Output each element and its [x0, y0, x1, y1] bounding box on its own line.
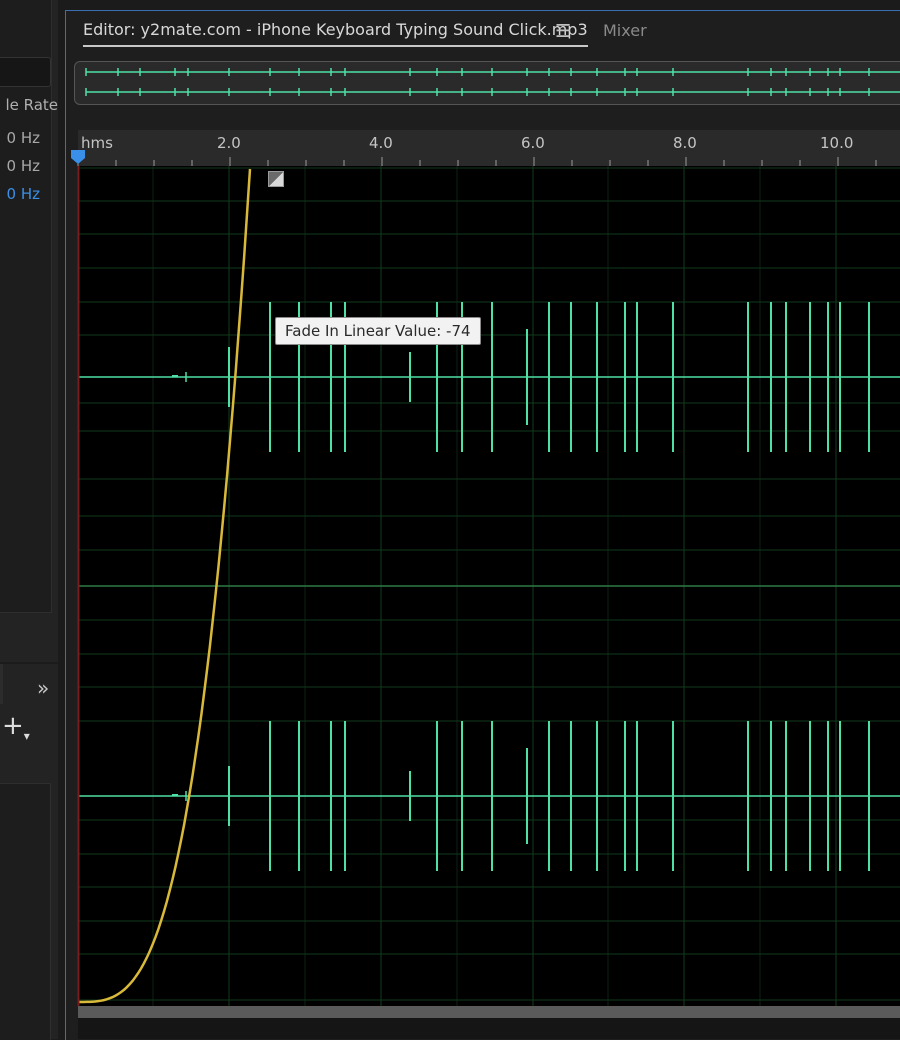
ruler-ticks: [77, 157, 877, 166]
fade-in-handle[interactable]: [268, 171, 284, 187]
waveform-graphics: [77, 68, 900, 1039]
playhead-icon[interactable]: [70, 149, 86, 165]
fade-tooltip: Fade In Linear Value: -74: [275, 317, 481, 345]
waveform-grid: [78, 166, 900, 1006]
horizontal-scrollbar[interactable]: [78, 1006, 900, 1018]
bottom-strip: [78, 1018, 900, 1039]
overview-waveform: [85, 68, 900, 96]
